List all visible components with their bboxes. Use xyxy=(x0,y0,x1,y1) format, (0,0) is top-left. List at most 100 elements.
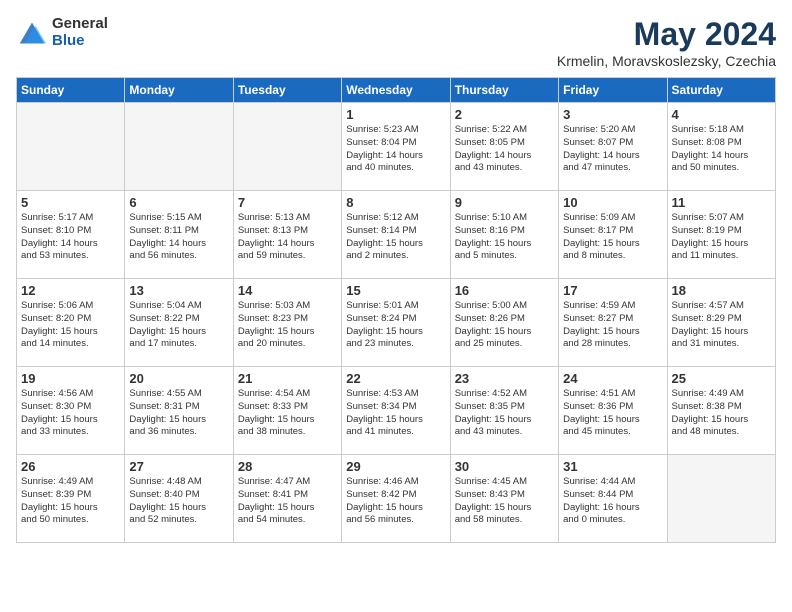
day-number: 17 xyxy=(563,283,662,298)
calendar-cell: 6Sunrise: 5:15 AM Sunset: 8:11 PM Daylig… xyxy=(125,191,233,279)
calendar-cell: 16 Sunrise: 5:00 AM Sunset: 8:26 PM Dayli… xyxy=(450,279,558,367)
day-info: Sunrise: 5:12 AM Sunset: 8:14 PM Dayligh… xyxy=(346,212,445,263)
calendar-cell: 12 Sunrise: 5:06 AM Sunset: 8:20 PM Dayli… xyxy=(17,279,125,367)
calendar-cell: 23 Sunrise: 4:52 AM Sunset: 8:35 PM Dayli… xyxy=(450,367,558,455)
day-info: Sunrise: 4:54 AM Sunset: 8:33 PM Dayligh… xyxy=(238,388,337,439)
day-info: Sunrise: 5:06 AM Sunset: 8:20 PM Dayligh… xyxy=(21,300,120,351)
calendar-cell: 20 Sunrise: 4:55 AM Sunset: 8:31 PM Dayli… xyxy=(125,367,233,455)
calendar-cell: 3 Sunrise: 5:20 AM Sunset: 8:07 PM Daylig… xyxy=(559,103,667,191)
calendar-cell: 26Sunrise: 4:49 AM Sunset: 8:39 PM Dayli… xyxy=(17,455,125,543)
calendar-cell: 19 Sunrise: 4:56 AM Sunset: 8:30 PM Dayli… xyxy=(17,367,125,455)
logo-text: General Blue xyxy=(52,16,108,49)
calendar-location: Krmelin, Moravskoslezsky, Czechia xyxy=(557,53,776,69)
day-number: 24 xyxy=(563,371,662,386)
calendar-cell: 5 Sunrise: 5:17 AM Sunset: 8:10 PM Daylig… xyxy=(17,191,125,279)
day-info: Sunrise: 5:22 AM Sunset: 8:05 PM Dayligh… xyxy=(455,124,554,175)
calendar-cell: 2 Sunrise: 5:22 AM Sunset: 8:05 PM Daylig… xyxy=(450,103,558,191)
day-number: 26 xyxy=(21,459,120,474)
day-number: 28 xyxy=(238,459,337,474)
calendar-cell: 4 Sunrise: 5:18 AM Sunset: 8:08 PM Daylig… xyxy=(667,103,775,191)
day-number: 9 xyxy=(455,195,554,210)
calendar-cell: 13 Sunrise: 5:04 AM Sunset: 8:22 PM Dayli… xyxy=(125,279,233,367)
day-number: 5 xyxy=(21,195,120,210)
day-info: Sunrise: 5:04 AM Sunset: 8:22 PM Dayligh… xyxy=(129,300,228,351)
calendar-table: SundayMondayTuesdayWednesdayThursdayFrid… xyxy=(16,77,776,543)
week-row-3: 19 Sunrise: 4:56 AM Sunset: 8:30 PM Dayli… xyxy=(17,367,776,455)
day-info: Sunrise: 5:09 AM Sunset: 8:17 PM Dayligh… xyxy=(563,212,662,263)
day-info: Sunrise: 5:13 AM Sunset: 8:13 PM Dayligh… xyxy=(238,212,337,263)
logo: General Blue xyxy=(16,16,108,49)
day-number: 31 xyxy=(563,459,662,474)
day-number: 12 xyxy=(21,283,120,298)
day-info: Sunrise: 5:10 AM Sunset: 8:16 PM Dayligh… xyxy=(455,212,554,263)
logo-icon xyxy=(16,19,48,47)
calendar-cell: 15 Sunrise: 5:01 AM Sunset: 8:24 PM Dayli… xyxy=(342,279,450,367)
page-header: General Blue May 2024 Krmelin, Moravskos… xyxy=(16,16,776,69)
day-info: Sunrise: 4:49 AM Sunset: 8:38 PM Dayligh… xyxy=(672,388,771,439)
day-info: Sunrise: 5:00 AM Sunset: 8:26 PM Dayligh… xyxy=(455,300,554,351)
header-thursday: Thursday xyxy=(450,78,558,103)
day-info: Sunrise: 4:44 AM Sunset: 8:44 PM Dayligh… xyxy=(563,476,662,527)
day-number: 21 xyxy=(238,371,337,386)
day-number: 19 xyxy=(21,371,120,386)
day-info: Sunrise: 4:55 AM Sunset: 8:31 PM Dayligh… xyxy=(129,388,228,439)
day-info: Sunrise: 4:46 AM Sunset: 8:42 PM Dayligh… xyxy=(346,476,445,527)
day-number: 13 xyxy=(129,283,228,298)
day-info: Sunrise: 4:47 AM Sunset: 8:41 PM Dayligh… xyxy=(238,476,337,527)
day-info: Sunrise: 5:23 AM Sunset: 8:04 PM Dayligh… xyxy=(346,124,445,175)
calendar-cell: 27 Sunrise: 4:48 AM Sunset: 8:40 PM Dayli… xyxy=(125,455,233,543)
day-number: 8 xyxy=(346,195,445,210)
calendar-cell: 17 Sunrise: 4:59 AM Sunset: 8:27 PM Dayli… xyxy=(559,279,667,367)
day-number: 14 xyxy=(238,283,337,298)
calendar-cell: 30Sunrise: 4:45 AM Sunset: 8:43 PM Dayli… xyxy=(450,455,558,543)
day-info: Sunrise: 4:45 AM Sunset: 8:43 PM Dayligh… xyxy=(455,476,554,527)
week-row-0: 1 Sunrise: 5:23 AM Sunset: 8:04 PM Daylig… xyxy=(17,103,776,191)
calendar-cell xyxy=(667,455,775,543)
week-row-1: 5 Sunrise: 5:17 AM Sunset: 8:10 PM Daylig… xyxy=(17,191,776,279)
calendar-header-row: SundayMondayTuesdayWednesdayThursdayFrid… xyxy=(17,78,776,103)
header-sunday: Sunday xyxy=(17,78,125,103)
day-number: 27 xyxy=(129,459,228,474)
day-info: Sunrise: 5:17 AM Sunset: 8:10 PM Dayligh… xyxy=(21,212,120,263)
day-info: Sunrise: 4:59 AM Sunset: 8:27 PM Dayligh… xyxy=(563,300,662,351)
day-number: 1 xyxy=(346,107,445,122)
logo-general-label: General xyxy=(52,16,108,33)
calendar-cell: 31 Sunrise: 4:44 AM Sunset: 8:44 PM Dayli… xyxy=(559,455,667,543)
day-number: 15 xyxy=(346,283,445,298)
header-tuesday: Tuesday xyxy=(233,78,341,103)
calendar-cell: 8 Sunrise: 5:12 AM Sunset: 8:14 PM Daylig… xyxy=(342,191,450,279)
day-info: Sunrise: 5:18 AM Sunset: 8:08 PM Dayligh… xyxy=(672,124,771,175)
calendar-cell: 11Sunrise: 5:07 AM Sunset: 8:19 PM Dayli… xyxy=(667,191,775,279)
day-info: Sunrise: 5:03 AM Sunset: 8:23 PM Dayligh… xyxy=(238,300,337,351)
calendar-cell xyxy=(233,103,341,191)
calendar-cell: 21 Sunrise: 4:54 AM Sunset: 8:33 PM Dayli… xyxy=(233,367,341,455)
calendar-cell: 7 Sunrise: 5:13 AM Sunset: 8:13 PM Daylig… xyxy=(233,191,341,279)
calendar-cell: 14 Sunrise: 5:03 AM Sunset: 8:23 PM Dayli… xyxy=(233,279,341,367)
calendar-title: May 2024 xyxy=(557,16,776,53)
day-info: Sunrise: 4:56 AM Sunset: 8:30 PM Dayligh… xyxy=(21,388,120,439)
calendar-cell: 9 Sunrise: 5:10 AM Sunset: 8:16 PM Daylig… xyxy=(450,191,558,279)
day-number: 7 xyxy=(238,195,337,210)
day-info: Sunrise: 5:01 AM Sunset: 8:24 PM Dayligh… xyxy=(346,300,445,351)
calendar-cell: 18Sunrise: 4:57 AM Sunset: 8:29 PM Dayli… xyxy=(667,279,775,367)
day-number: 16 xyxy=(455,283,554,298)
day-number: 4 xyxy=(672,107,771,122)
day-info: Sunrise: 4:48 AM Sunset: 8:40 PM Dayligh… xyxy=(129,476,228,527)
day-info: Sunrise: 4:52 AM Sunset: 8:35 PM Dayligh… xyxy=(455,388,554,439)
day-number: 23 xyxy=(455,371,554,386)
day-number: 3 xyxy=(563,107,662,122)
day-number: 18 xyxy=(672,283,771,298)
header-friday: Friday xyxy=(559,78,667,103)
day-number: 29 xyxy=(346,459,445,474)
day-number: 2 xyxy=(455,107,554,122)
day-info: Sunrise: 5:15 AM Sunset: 8:11 PM Dayligh… xyxy=(129,212,228,263)
calendar-cell: 28 Sunrise: 4:47 AM Sunset: 8:41 PM Dayli… xyxy=(233,455,341,543)
logo-blue-label: Blue xyxy=(52,33,108,50)
day-info: Sunrise: 5:20 AM Sunset: 8:07 PM Dayligh… xyxy=(563,124,662,175)
day-number: 10 xyxy=(563,195,662,210)
calendar-cell: 22Sunrise: 4:53 AM Sunset: 8:34 PM Dayli… xyxy=(342,367,450,455)
day-number: 11 xyxy=(672,195,771,210)
day-number: 22 xyxy=(346,371,445,386)
header-wednesday: Wednesday xyxy=(342,78,450,103)
day-number: 20 xyxy=(129,371,228,386)
